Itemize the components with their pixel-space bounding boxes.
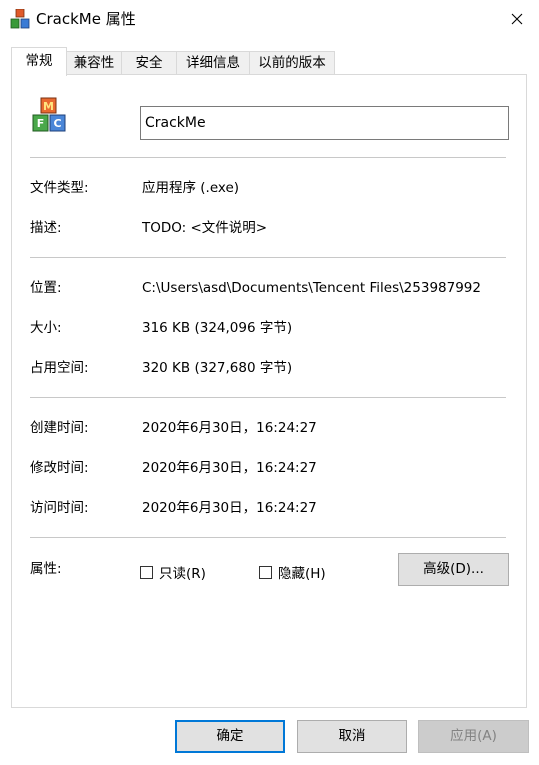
location-value: C:\Users\asd\Documents\Tencent Files\253… <box>142 280 481 296</box>
checkbox-box[interactable] <box>140 565 153 579</box>
modified-value: 2020年6月30日，16:24:27 <box>142 460 317 476</box>
size-value: 316 KB (324,096 字节) <box>142 320 293 336</box>
general-tab-panel: M F C CrackMe 文件类型: 应用程序 (.exe) 描述: TODO… <box>11 74 527 708</box>
close-button[interactable] <box>494 0 539 38</box>
size-label: 大小: <box>30 320 62 336</box>
location-label: 位置: <box>30 280 62 296</box>
readonly-checkbox[interactable]: 只读(R) <box>140 562 206 582</box>
tab-general[interactable]: 常规 <box>11 47 67 76</box>
window-title: CrackMe 属性 <box>36 10 136 28</box>
accessed-label: 访问时间: <box>30 500 89 516</box>
description-value: TODO: <文件说明> <box>142 220 268 236</box>
svg-text:M: M <box>43 100 54 113</box>
size-on-disk-label: 占用空间: <box>30 360 89 376</box>
ok-button[interactable]: 确定 <box>175 720 285 753</box>
hidden-label: 隐藏(H) <box>278 566 326 582</box>
title-bar: CrackMe 属性 <box>0 0 539 38</box>
close-icon <box>511 13 522 25</box>
divider <box>30 397 506 398</box>
checkbox-box[interactable] <box>259 565 272 579</box>
accessed-value: 2020年6月30日，16:24:27 <box>142 500 317 516</box>
tab-previous-versions[interactable]: 以前的版本 <box>249 51 335 74</box>
modified-label: 修改时间: <box>30 460 89 476</box>
file-type-value: 应用程序 (.exe) <box>142 180 240 196</box>
apply-button[interactable]: 应用(A) <box>418 720 529 753</box>
svg-text:C: C <box>53 117 61 130</box>
tab-compatibility[interactable]: 兼容性 <box>66 51 122 74</box>
hidden-checkbox[interactable]: 隐藏(H) <box>259 562 326 582</box>
description-label: 描述: <box>30 220 62 236</box>
tab-details[interactable]: 详细信息 <box>176 51 250 74</box>
mfc-file-icon: M F C <box>31 97 67 133</box>
created-value: 2020年6月30日，16:24:27 <box>142 420 317 436</box>
cancel-button[interactable]: 取消 <box>297 720 407 753</box>
size-on-disk-value: 320 KB (327,680 字节) <box>142 360 293 376</box>
created-label: 创建时间: <box>30 420 89 436</box>
divider <box>30 157 506 158</box>
attributes-label: 属性: <box>30 561 62 577</box>
divider <box>30 537 506 538</box>
readonly-label: 只读(R) <box>159 566 206 582</box>
file-type-label: 文件类型: <box>30 180 89 196</box>
advanced-button[interactable]: 高级(D)... <box>398 553 509 586</box>
svg-text:F: F <box>37 117 45 130</box>
mfc-app-icon <box>10 8 30 29</box>
file-name-input[interactable]: CrackMe <box>140 106 509 140</box>
tab-security[interactable]: 安全 <box>121 51 177 74</box>
divider <box>30 257 506 258</box>
